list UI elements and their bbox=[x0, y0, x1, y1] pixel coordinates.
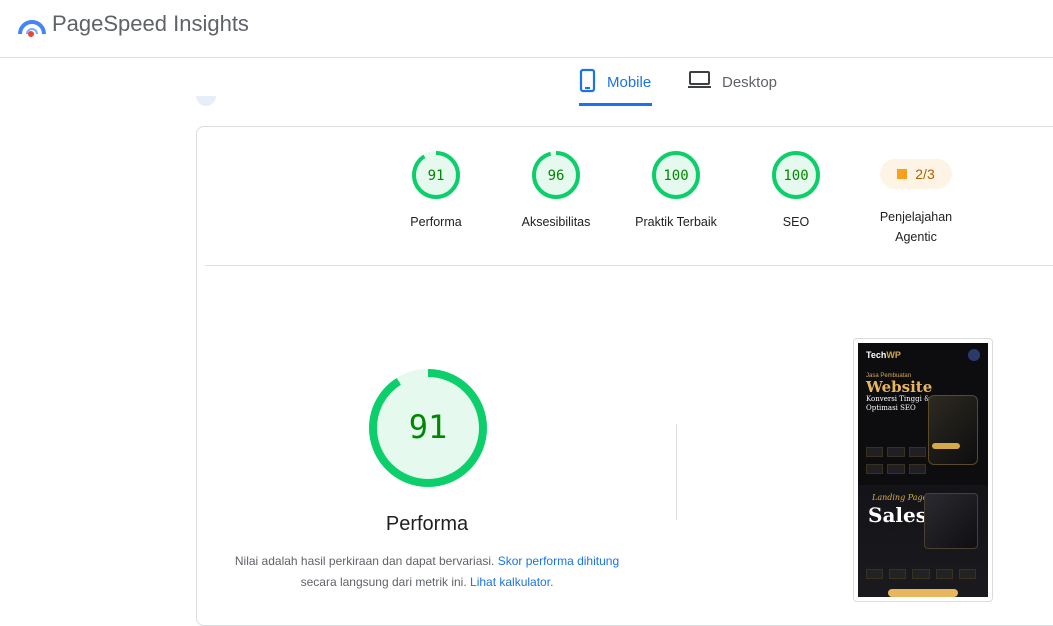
vertical-divider bbox=[676, 424, 677, 520]
label-agentic-line1: Penjelajahan bbox=[879, 210, 953, 224]
brand-title[interactable]: PageSpeed Insights bbox=[52, 11, 249, 37]
tab-desktop[interactable]: Desktop bbox=[688, 68, 777, 106]
screenshot-brand-a: Tech bbox=[866, 350, 887, 360]
score-description: Nilai adalah hasil perkiraan dan dapat b… bbox=[222, 551, 632, 593]
label-accessibility: Aksesibilitas bbox=[521, 215, 591, 229]
screenshot-sales: Sales bbox=[868, 503, 927, 527]
label-agentic: Penjelajahan Agentic bbox=[856, 207, 976, 247]
gauge-best-practices: 100 bbox=[652, 151, 700, 199]
feature-box bbox=[908, 464, 926, 474]
agentic-score: 2/3 bbox=[915, 166, 935, 182]
score-best-practices: 100 bbox=[663, 168, 688, 184]
feature-box bbox=[887, 464, 905, 474]
score-accessibility: 96 bbox=[548, 168, 565, 184]
main-performance-gauge: 91 bbox=[369, 369, 487, 487]
desc-prefix: Nilai adalah hasil perkiraan dan dapat b… bbox=[234, 554, 495, 568]
screenshot-logo: TechWP bbox=[866, 350, 901, 360]
gauge-seo: 100 bbox=[772, 151, 820, 199]
link-score-calculated[interactable]: Skor performa dihitung bbox=[498, 554, 619, 568]
tab-mobile[interactable]: Mobile bbox=[579, 68, 652, 106]
laptop-icon bbox=[688, 71, 711, 88]
label-seo: SEO bbox=[782, 215, 810, 229]
screenshot-screen: TechWP Jasa Pembuatan Website Konversi T… bbox=[858, 343, 988, 597]
label-agentic-line2: Agentic bbox=[895, 230, 937, 244]
screenshot-phone-mockup bbox=[928, 395, 978, 465]
top-bar: PageSpeed Insights bbox=[0, 0, 1053, 58]
pagespeed-logo-icon[interactable] bbox=[18, 12, 46, 38]
gauge-performance: 91 bbox=[412, 151, 460, 199]
category-performance[interactable]: 91 Performa bbox=[376, 150, 496, 232]
screenshot-button bbox=[932, 443, 960, 449]
icon-box bbox=[912, 569, 930, 579]
link-calculator[interactable]: Lihat kalkulator. bbox=[470, 575, 553, 589]
feature-box bbox=[908, 447, 926, 457]
icon-box bbox=[935, 569, 953, 579]
category-agentic[interactable]: 2/3 Penjelajahan Agentic bbox=[856, 150, 976, 247]
screenshot-brand-b: WP bbox=[886, 350, 901, 360]
main-title: Performa bbox=[385, 513, 469, 535]
section-divider bbox=[205, 265, 1053, 266]
tab-desktop-label: Desktop bbox=[722, 74, 778, 91]
label-performance: Performa bbox=[410, 215, 462, 229]
desc-mid: secara langsung dari metrik ini. bbox=[300, 575, 467, 589]
label-best-practices: Praktik Terbaik bbox=[635, 215, 717, 229]
final-screenshot[interactable]: TechWP Jasa Pembuatan Website Konversi T… bbox=[853, 338, 993, 602]
feature-box bbox=[866, 464, 884, 474]
icon-box bbox=[889, 569, 907, 579]
screenshot-feature-icons bbox=[866, 447, 926, 477]
feature-box bbox=[866, 447, 884, 457]
screenshot-laptop-mockup bbox=[924, 493, 978, 549]
score-performance: 91 bbox=[428, 168, 445, 184]
gauge-accessibility: 96 bbox=[532, 151, 580, 199]
score-seo: 100 bbox=[783, 168, 808, 184]
main-score: 91 bbox=[409, 408, 448, 446]
feature-box bbox=[887, 447, 905, 457]
screenshot-nav: TechWP bbox=[858, 343, 988, 367]
screenshot-script-text: Landing Page bbox=[872, 493, 928, 502]
screenshot-headline: Website bbox=[866, 378, 933, 396]
screenshot-cta bbox=[888, 589, 958, 597]
agentic-badge: 2/3 bbox=[880, 159, 952, 189]
screenshot-menu-icon bbox=[968, 349, 980, 361]
smartphone-icon bbox=[579, 68, 596, 93]
icon-box bbox=[958, 569, 977, 579]
device-tabs: Mobile Desktop bbox=[0, 58, 1053, 106]
category-accessibility[interactable]: 96 Aksesibilitas bbox=[496, 150, 616, 232]
tab-mobile-label: Mobile bbox=[607, 74, 652, 91]
category-best-practices[interactable]: 100 Praktik Terbaik bbox=[616, 150, 736, 232]
average-square-icon bbox=[897, 169, 908, 179]
category-seo[interactable]: 100 SEO bbox=[736, 150, 856, 232]
icon-box bbox=[866, 569, 884, 579]
screenshot-icon-row bbox=[866, 569, 977, 579]
